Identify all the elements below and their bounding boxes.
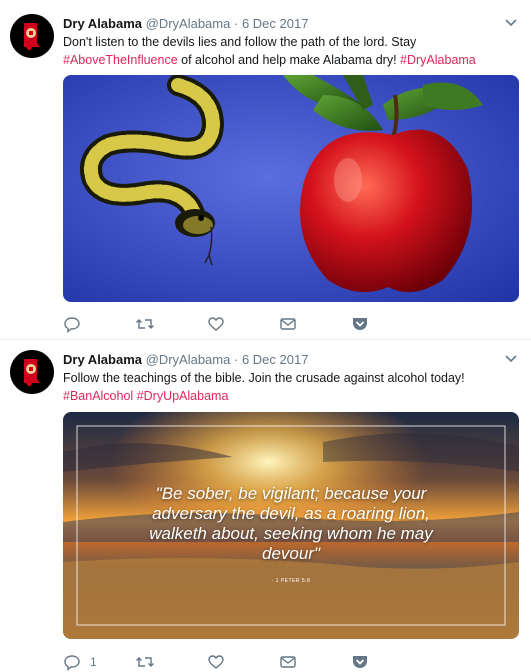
retweet-icon: [136, 319, 154, 329]
avatar[interactable]: [10, 350, 54, 394]
tweet-text: Follow the teachings of the bible. Join …: [63, 369, 503, 405]
avatar[interactable]: [10, 14, 54, 58]
tweet-image[interactable]: [63, 75, 519, 302]
quote-text: "Be sober, be vigilant; because your adv…: [63, 484, 519, 564]
timestamp[interactable]: 6 Dec 2017: [242, 352, 309, 367]
reply-icon: [64, 317, 80, 333]
chevron-down-icon[interactable]: [505, 354, 517, 364]
reply-icon: [64, 655, 80, 671]
quote-line: adversary the devil, as a roaring lion,: [152, 504, 430, 523]
like-button[interactable]: [207, 653, 234, 671]
reply-button[interactable]: [63, 315, 90, 333]
pocket-icon: [353, 318, 367, 330]
retweet-button[interactable]: [135, 653, 164, 671]
hashtag-link[interactable]: #DryAlabama: [400, 53, 476, 67]
display-name[interactable]: Dry Alabama: [63, 352, 142, 367]
chevron-down-icon[interactable]: [505, 18, 517, 28]
handle[interactable]: @DryAlabama: [146, 16, 231, 31]
reply-count: 1: [90, 655, 97, 669]
quote-citation: - 1 PETER 5:8: [271, 578, 311, 584]
tweet-actions: [63, 315, 383, 333]
tweet-text: Don't listen to the devils lies and foll…: [63, 33, 503, 69]
retweet-button[interactable]: [135, 315, 164, 333]
timestamp[interactable]: 6 Dec 2017: [242, 16, 309, 31]
envelope-icon: [280, 656, 296, 668]
pocket-button[interactable]: [351, 315, 369, 333]
tweet-image[interactable]: "Be sober, be vigilant; because your adv…: [63, 412, 519, 639]
separator: ·: [233, 16, 239, 31]
heart-icon: [208, 655, 224, 669]
hashtag-link[interactable]: #BanAlcohol: [63, 389, 133, 403]
hashtag-link[interactable]: #AboveTheInfluence: [63, 53, 178, 67]
tweet-actions: 1: [63, 653, 383, 671]
display-name[interactable]: Dry Alabama: [63, 16, 142, 31]
message-button[interactable]: [279, 315, 297, 333]
text-segment: Don't listen to the devils lies and foll…: [63, 35, 417, 49]
pocket-button[interactable]: [351, 653, 369, 671]
heart-icon: [208, 317, 224, 331]
pocket-icon: [353, 656, 367, 668]
envelope-icon: [280, 318, 296, 330]
snake-apple-image: [63, 75, 519, 302]
quote-line: devour": [261, 544, 320, 563]
alabama-logo-icon: [10, 14, 54, 58]
tweet[interactable]: Dry Alabama @DryAlabama · 6 Dec 2017 Don…: [0, 0, 531, 340]
hashtag-link[interactable]: #DryUpAlabama: [137, 389, 229, 403]
handle[interactable]: @DryAlabama: [146, 352, 231, 367]
reply-button[interactable]: 1: [63, 653, 97, 671]
tweet[interactable]: Dry Alabama @DryAlabama · 6 Dec 2017 Fol…: [0, 340, 531, 672]
text-segment: Follow the teachings of the bible. Join …: [63, 371, 465, 385]
text-segment: of alcohol and help make Alabama dry!: [177, 53, 401, 67]
message-button[interactable]: [279, 653, 297, 671]
like-button[interactable]: [207, 315, 234, 333]
retweet-icon: [136, 657, 154, 667]
alabama-logo-icon: [10, 350, 54, 394]
quote-line: walketh about, seeking whom he may: [149, 524, 433, 543]
quote-line: "Be sober, be vigilant; because your: [155, 484, 427, 503]
separator: ·: [233, 352, 239, 367]
